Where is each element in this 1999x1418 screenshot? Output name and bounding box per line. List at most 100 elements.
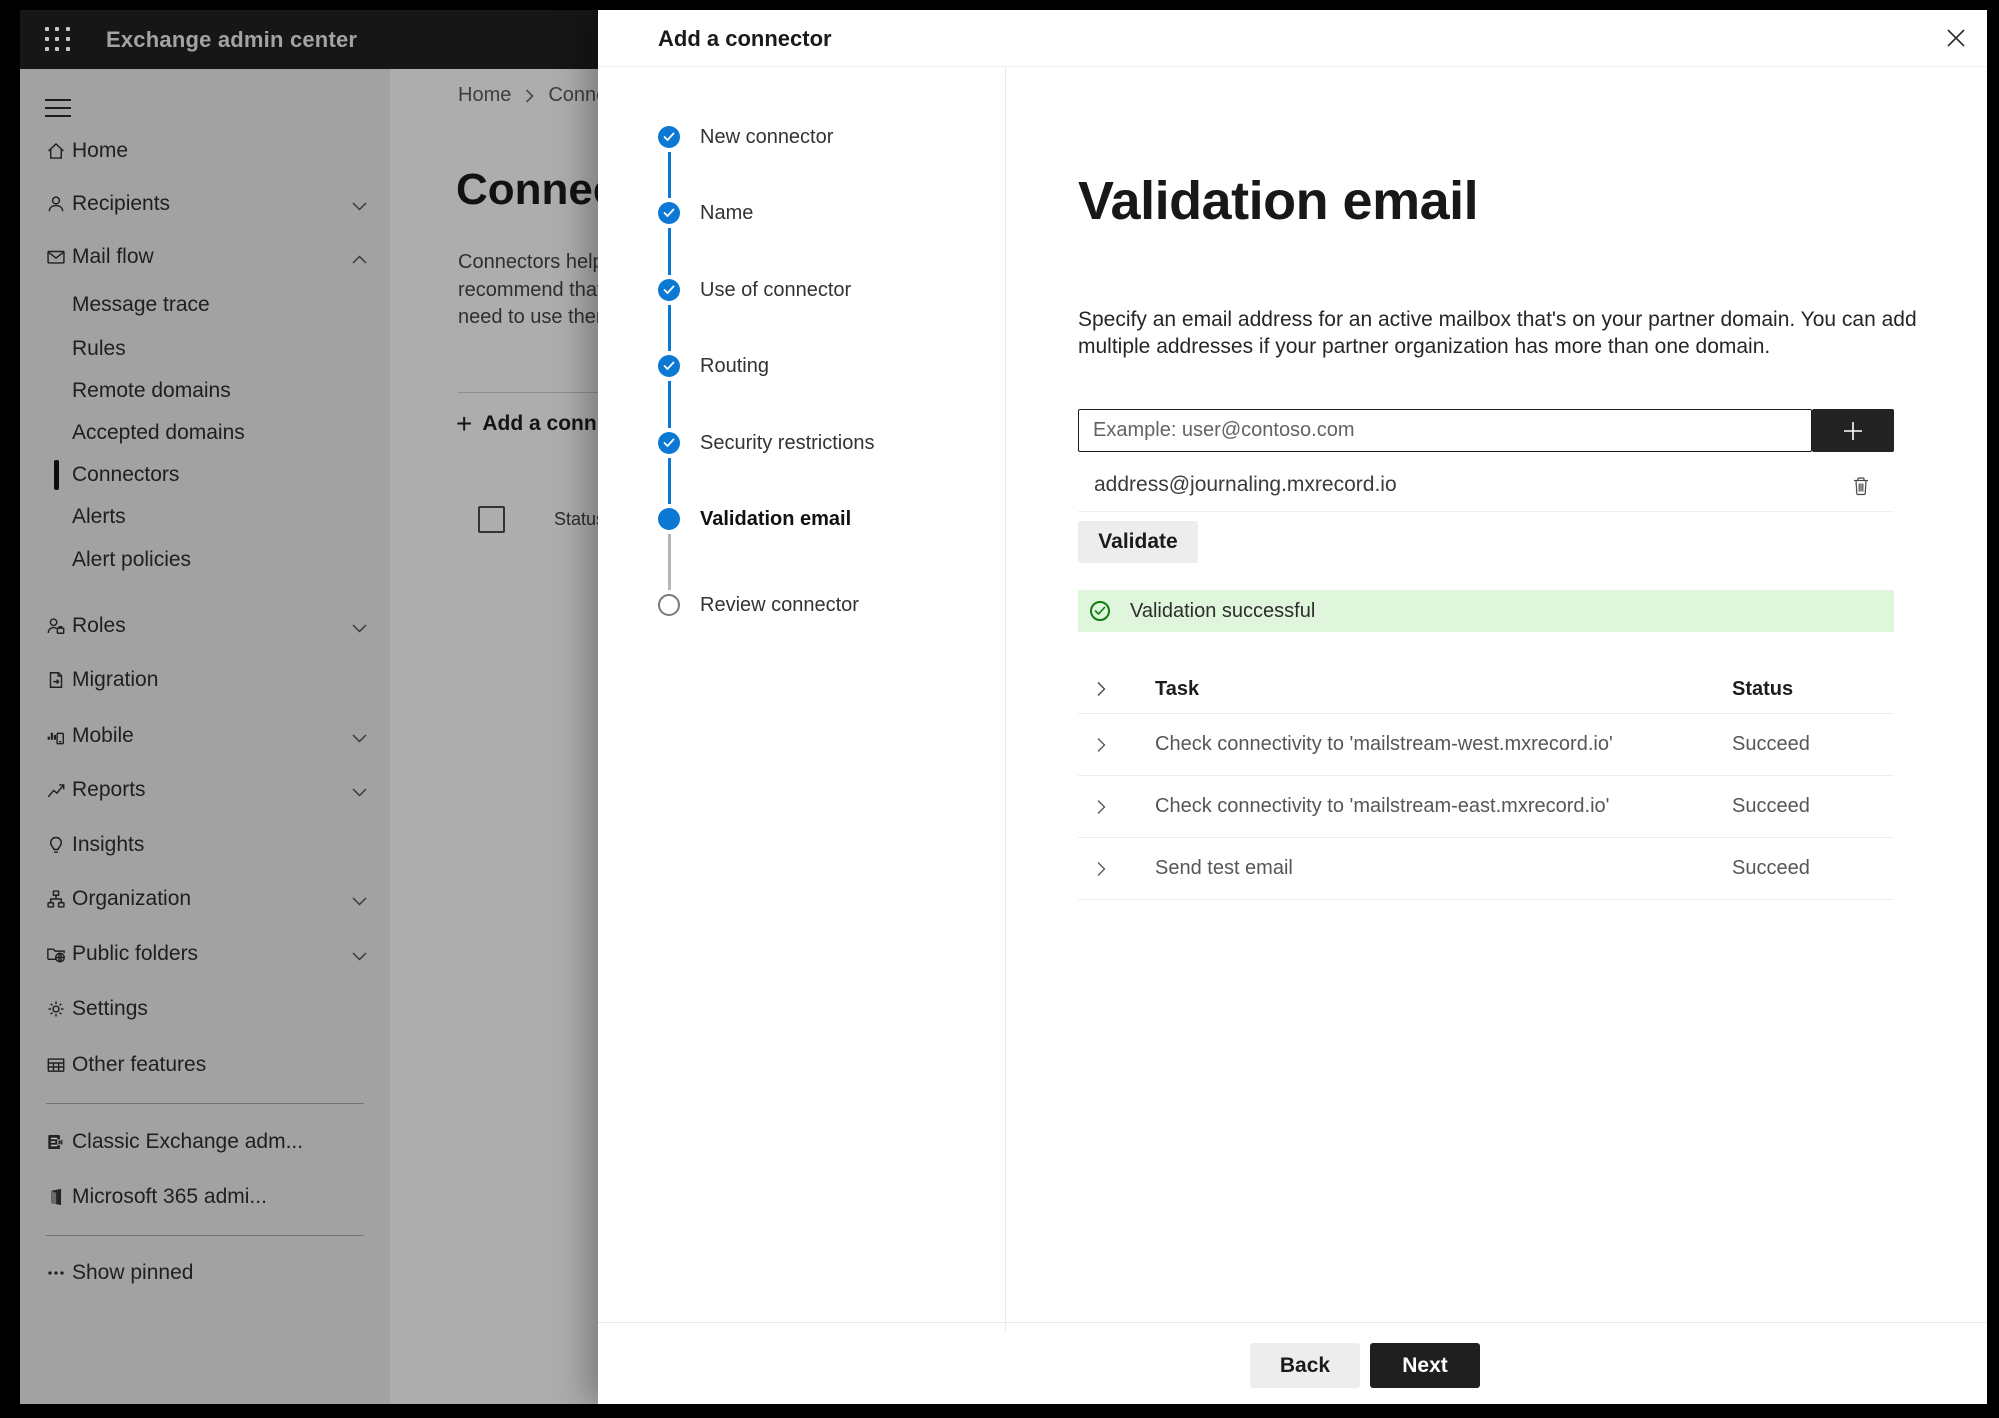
next-button[interactable]: Next <box>1370 1343 1480 1388</box>
sidebar-item-remote-domains[interactable]: Remote domains <box>20 373 390 409</box>
sidebar-item-roles[interactable]: Roles <box>20 608 390 644</box>
chevron-down-icon <box>351 894 368 912</box>
sidebar-item-show-pinned[interactable]: Show pinned <box>20 1255 390 1291</box>
sidebar-item-settings[interactable]: Settings <box>20 991 390 1027</box>
sidebar-item-label: Alerts <box>72 505 126 528</box>
sidebar-item-label: Roles <box>72 614 126 637</box>
sidebar-item-mobile[interactable]: Mobile <box>20 718 390 754</box>
organization-icon <box>45 888 67 910</box>
sidebar-item-label: Mail flow <box>72 245 154 268</box>
step-label-security-restrictions: Security restrictions <box>700 432 875 454</box>
expand-row-chevron-icon[interactable] <box>1096 736 1107 754</box>
sidebar-item-label: Recipients <box>72 192 171 215</box>
chevron-up-icon <box>351 252 368 270</box>
sidebar-item-insights[interactable]: Insights <box>20 827 390 863</box>
validate-button[interactable]: Validate <box>1078 521 1198 563</box>
sidebar-item-rules[interactable]: Rules <box>20 331 390 367</box>
close-button[interactable] <box>1938 20 1974 56</box>
expand-all-chevron-icon[interactable] <box>1096 680 1107 698</box>
email-address-input[interactable] <box>1078 409 1812 452</box>
background-page-title: Connec <box>456 165 598 214</box>
other-features-icon <box>45 1054 67 1076</box>
check-icon <box>663 285 675 295</box>
step-connector-line <box>668 152 671 198</box>
sidebar-item-organization[interactable]: Organization <box>20 881 390 917</box>
mail-icon <box>45 246 67 268</box>
sidebar-item-connectors[interactable]: Connectors <box>20 457 390 493</box>
address-list-item: address@journaling.mxrecord.io <box>1078 463 1894 509</box>
status-column-header: Status <box>1732 677 1794 700</box>
task-cell: Send test email <box>1155 857 1293 879</box>
step-circle-routing[interactable] <box>658 355 680 377</box>
sidebar-item-label: Public folders <box>72 942 199 965</box>
chevron-down-icon <box>352 734 367 743</box>
sidebar-item-classic-exchange-adm[interactable]: Classic Exchange adm... <box>20 1124 390 1160</box>
step-circle-use-of-connector[interactable] <box>658 279 680 301</box>
sidebar-divider <box>46 1235 364 1236</box>
back-button[interactable]: Back <box>1250 1343 1360 1388</box>
insights-icon <box>45 834 67 856</box>
sidebar-item-migration[interactable]: Migration <box>20 662 390 698</box>
sidebar-item-label: Remote domains <box>72 379 231 402</box>
app-launcher-icon[interactable] <box>45 26 71 53</box>
sidebar-item-alerts[interactable]: Alerts <box>20 499 390 535</box>
step-connector-line <box>668 228 671 275</box>
screen: Exchange admin center Home Recipients Mail… <box>0 0 1999 1418</box>
expand-row-chevron-icon[interactable] <box>1096 860 1107 878</box>
footer-divider <box>598 1322 1987 1323</box>
select-all-checkbox[interactable] <box>478 506 505 533</box>
step-circle-review-connector[interactable] <box>658 594 680 616</box>
sidebar-item-accepted-domains[interactable]: Accepted domains <box>20 415 390 451</box>
step-label-review-connector: Review connector <box>700 594 859 616</box>
add-address-button[interactable] <box>1812 409 1894 452</box>
sidebar-item-recipients[interactable]: Recipients <box>20 186 390 222</box>
migration-icon <box>45 669 67 691</box>
chevron-up-icon <box>352 255 367 264</box>
chevron-down-icon <box>352 788 367 797</box>
step-circle-security-restrictions[interactable] <box>658 432 680 454</box>
step-circle-name[interactable] <box>658 202 680 224</box>
sidebar-item-microsoft-365-admi[interactable]: Microsoft 365 admi... <box>20 1179 390 1215</box>
step-connector-line <box>668 305 671 351</box>
validation-task-table: Task Status Check connectivity to 'mails… <box>1078 665 1894 900</box>
task-row-check-connectivity-to-mailstream-west-mx[interactable]: Check connectivity to 'mailstream-west.m… <box>1078 714 1894 776</box>
task-cell: Check connectivity to 'mailstream-east.m… <box>1155 795 1610 817</box>
reports-icon <box>45 779 67 801</box>
sidebar-item-label: Rules <box>72 337 126 360</box>
task-row-send-test-email[interactable]: Send test email Succeed <box>1078 838 1894 900</box>
hamburger-menu-icon[interactable] <box>45 99 71 119</box>
sidebar-item-other-features[interactable]: Other features <box>20 1047 390 1083</box>
plus-icon <box>1844 421 1862 440</box>
chevron-down-icon <box>352 624 367 633</box>
status-cell: Succeed <box>1732 857 1810 879</box>
paragraph-line: need to use ther <box>458 306 598 328</box>
sidebar-item-label: Migration <box>72 668 159 691</box>
chevron-down-icon <box>352 952 367 961</box>
sidebar-item-message-trace[interactable]: Message trace <box>20 287 390 323</box>
expand-row-chevron-icon[interactable] <box>1096 798 1107 816</box>
mobile-icon <box>45 725 67 747</box>
add-connector-button[interactable]: + Add a conn <box>456 410 597 438</box>
background-page: Home Conne Connec Connectors help recomme… <box>390 69 598 1404</box>
sidebar-item-mail-flow[interactable]: Mail flow <box>20 239 390 275</box>
chevron-down-icon <box>352 897 367 906</box>
breadcrumb-chevron-icon <box>526 88 534 103</box>
step-circle-validation-email[interactable] <box>658 508 680 530</box>
delete-address-button[interactable] <box>1846 471 1876 501</box>
sidebar-item-label: Insights <box>72 833 145 856</box>
sidebar-item-public-folders[interactable]: Public folders <box>20 936 390 972</box>
chevron-down-icon <box>351 199 368 217</box>
panel-header: Add a connector <box>598 10 1987 67</box>
sidebar-item-label: Reports <box>72 778 146 801</box>
breadcrumb-home-link[interactable]: Home <box>458 84 511 107</box>
chevron-down-icon <box>351 785 368 803</box>
sidebar-item-alert-policies[interactable]: Alert policies <box>20 542 390 578</box>
page-title: Validation email <box>1078 171 1479 231</box>
status-cell: Succeed <box>1732 795 1810 817</box>
sidebar-item-home[interactable]: Home <box>20 133 390 169</box>
step-label-new-connector: New connector <box>700 126 834 148</box>
sidebar-item-reports[interactable]: Reports <box>20 772 390 808</box>
task-row-check-connectivity-to-mailstream-east-mx[interactable]: Check connectivity to 'mailstream-east.m… <box>1078 776 1894 838</box>
step-circle-new-connector[interactable] <box>658 126 680 148</box>
divider <box>458 392 598 393</box>
